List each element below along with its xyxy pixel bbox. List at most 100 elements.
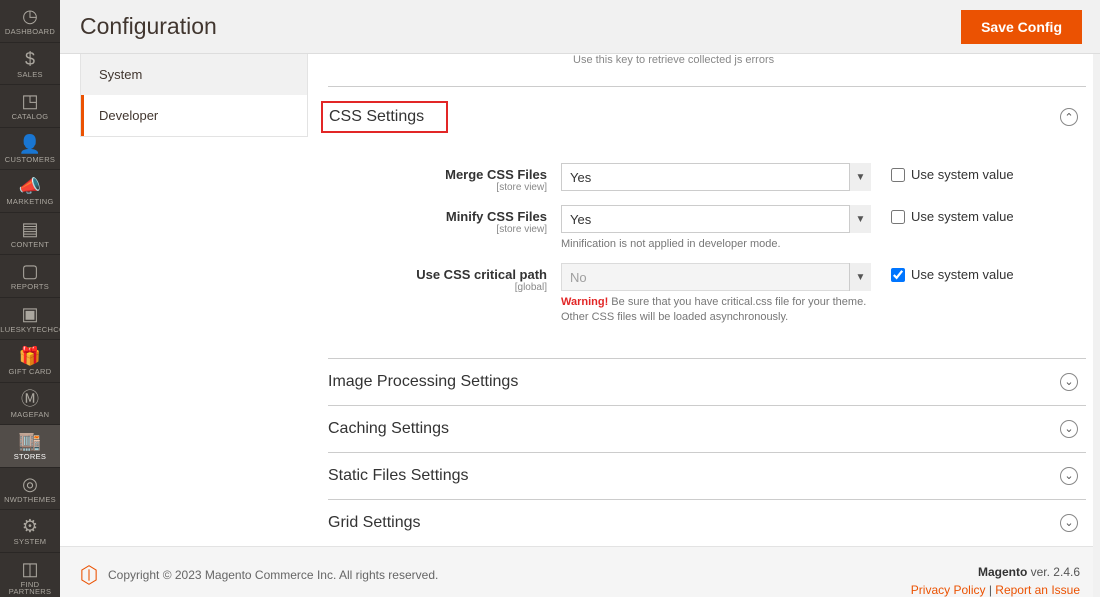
nav-label: STORES <box>14 453 47 461</box>
nav-system[interactable]: ⚙ SYSTEM <box>0 510 60 553</box>
footer-right: Magento ver. 2.4.6 Privacy Policy | Repo… <box>911 565 1080 597</box>
topbar: Configuration Save Config <box>60 0 1100 54</box>
warning-prefix: Warning! <box>561 296 608 308</box>
tab-system[interactable]: System <box>81 54 307 95</box>
nav-label: FIND PARTNERS <box>2 581 58 596</box>
app-viewport: ◷ DASHBOARD $ SALES ◳ CATALOG 👤 CUSTOMER… <box>0 0 1100 597</box>
critical-note: Warning! Be sure that you have critical.… <box>561 295 871 324</box>
nav-label: NWDTHEMES <box>4 496 56 504</box>
stores-icon: 🏬 <box>19 432 41 450</box>
section-image-processing: Image Processing Settings ⌄ <box>328 358 1086 405</box>
field-label: Minify CSS Files <box>446 209 547 224</box>
section-header-css[interactable]: CSS Settings ⌃ <box>328 87 1086 147</box>
nav-stores[interactable]: 🏬 STORES <box>0 425 60 468</box>
nav-label: CATALOG <box>12 113 49 121</box>
nav-label: SALES <box>17 71 43 79</box>
minify-css-select[interactable]: Yes <box>561 205 871 233</box>
nav-giftcard[interactable]: 🎁 GIFT CARD <box>0 340 60 383</box>
save-config-button[interactable]: Save Config <box>961 10 1082 44</box>
field-minify-css: Minify CSS Files [store view] Yes ▼ <box>328 199 1086 257</box>
section-caching: Caching Settings ⌄ <box>328 405 1086 452</box>
field-label: Merge CSS Files <box>445 167 547 182</box>
nav-reports[interactable]: ▢ REPORTS <box>0 255 60 298</box>
tab-developer[interactable]: Developer <box>81 95 307 136</box>
admin-sidebar: ◷ DASHBOARD $ SALES ◳ CATALOG 👤 CUSTOMER… <box>0 0 60 597</box>
nav-label: BLUESKYTECHCO <box>0 326 65 334</box>
section-title: Caching Settings <box>328 420 449 438</box>
section-static-files: Static Files Settings ⌄ <box>328 452 1086 499</box>
field-critical-path: Use CSS critical path [global] No ▼ <box>328 257 1086 330</box>
merge-css-select[interactable]: Yes <box>561 163 871 191</box>
marketing-icon: 📣 <box>19 177 41 195</box>
nav-content[interactable]: ▤ CONTENT <box>0 213 60 256</box>
section-title-css: CSS Settings <box>321 101 448 133</box>
footer-version: ver. 2.4.6 <box>1027 565 1080 579</box>
section-header-caching[interactable]: Caching Settings ⌄ <box>328 406 1086 452</box>
section-title: Grid Settings <box>328 514 420 532</box>
system-icon: ⚙ <box>22 517 38 535</box>
use-system-merge-checkbox[interactable] <box>891 168 905 182</box>
privacy-policy-link[interactable]: Privacy Policy <box>911 583 986 597</box>
nav-dashboard[interactable]: ◷ DASHBOARD <box>0 0 60 43</box>
field-merge-css: Merge CSS Files [store view] Yes ▼ <box>328 157 1086 199</box>
report-issue-link[interactable]: Report an Issue <box>995 583 1080 597</box>
field-scope: [store view] <box>328 224 547 235</box>
blueskytechco-icon: ▣ <box>21 305 38 323</box>
expand-icon: ⌄ <box>1060 514 1078 532</box>
section-header-static[interactable]: Static Files Settings ⌄ <box>328 453 1086 499</box>
main-panel: Configuration Save Config System Develop… <box>60 0 1100 597</box>
top-hint-text: Use this key to retrieve collected js er… <box>573 54 1086 66</box>
section-header-grid[interactable]: Grid Settings ⌄ <box>328 500 1086 546</box>
catalog-icon: ◳ <box>21 92 38 110</box>
footer-left: Copyright © 2023 Magento Commerce Inc. A… <box>80 565 438 585</box>
critical-path-select-wrap: No ▼ <box>561 263 871 291</box>
nav-findpartners[interactable]: ◫ FIND PARTNERS <box>0 553 60 597</box>
config-tabs-panel: System Developer <box>80 54 308 546</box>
nav-marketing[interactable]: 📣 MARKETING <box>0 170 60 213</box>
nav-label: CUSTOMERS <box>5 156 55 164</box>
customers-icon: 👤 <box>19 135 41 153</box>
nav-magefan[interactable]: Ⓜ MAGEFAN <box>0 383 60 426</box>
expand-icon: ⌄ <box>1060 373 1078 391</box>
section-body-css: Merge CSS Files [store view] Yes ▼ <box>328 147 1086 348</box>
magento-logo-icon <box>80 565 98 585</box>
nav-nwdthemes[interactable]: ◎ NWDTHEMES <box>0 468 60 511</box>
reports-icon: ▢ <box>21 262 38 280</box>
nav-label: GIFT CARD <box>9 368 52 376</box>
nav-blueskytechco[interactable]: ▣ BLUESKYTECHCO <box>0 298 60 341</box>
dashboard-icon: ◷ <box>22 7 38 25</box>
copyright-text: Copyright © 2023 Magento Commerce Inc. A… <box>108 568 438 582</box>
use-system-critical-checkbox[interactable] <box>891 268 905 282</box>
scrollbar-track[interactable]: ▲ <box>1093 0 1100 597</box>
nav-label: SYSTEM <box>14 538 47 546</box>
section-title: Image Processing Settings <box>328 373 518 391</box>
expand-icon: ⌄ <box>1060 420 1078 438</box>
critical-path-select: No <box>561 263 871 291</box>
nav-catalog[interactable]: ◳ CATALOG <box>0 85 60 128</box>
use-system-minify[interactable]: Use system value <box>871 205 1021 224</box>
page-footer: Copyright © 2023 Magento Commerce Inc. A… <box>60 546 1100 597</box>
nav-label: REPORTS <box>11 283 49 291</box>
section-header-image[interactable]: Image Processing Settings ⌄ <box>328 359 1086 405</box>
use-system-minify-checkbox[interactable] <box>891 210 905 224</box>
magefan-icon: Ⓜ <box>21 390 39 408</box>
giftcard-icon: 🎁 <box>19 347 41 365</box>
use-system-label: Use system value <box>911 167 1014 182</box>
field-scope: [global] <box>328 282 547 293</box>
field-label: Use CSS critical path <box>416 267 547 282</box>
nav-customers[interactable]: 👤 CUSTOMERS <box>0 128 60 171</box>
use-system-critical[interactable]: Use system value <box>871 263 1021 282</box>
config-tab-list: System Developer <box>80 54 308 137</box>
use-system-merge[interactable]: Use system value <box>871 163 1021 182</box>
use-system-label: Use system value <box>911 267 1014 282</box>
section-title: Static Files Settings <box>328 467 469 485</box>
use-system-label: Use system value <box>911 209 1014 224</box>
expand-icon: ⌄ <box>1060 467 1078 485</box>
minify-css-select-wrap: Yes ▼ <box>561 205 871 233</box>
nav-sales[interactable]: $ SALES <box>0 43 60 86</box>
findpartners-icon: ◫ <box>21 560 38 578</box>
content-icon: ▤ <box>21 220 38 238</box>
nav-label: DASHBOARD <box>5 28 55 36</box>
nav-label: MAGEFAN <box>11 411 50 419</box>
page-title: Configuration <box>80 13 217 40</box>
